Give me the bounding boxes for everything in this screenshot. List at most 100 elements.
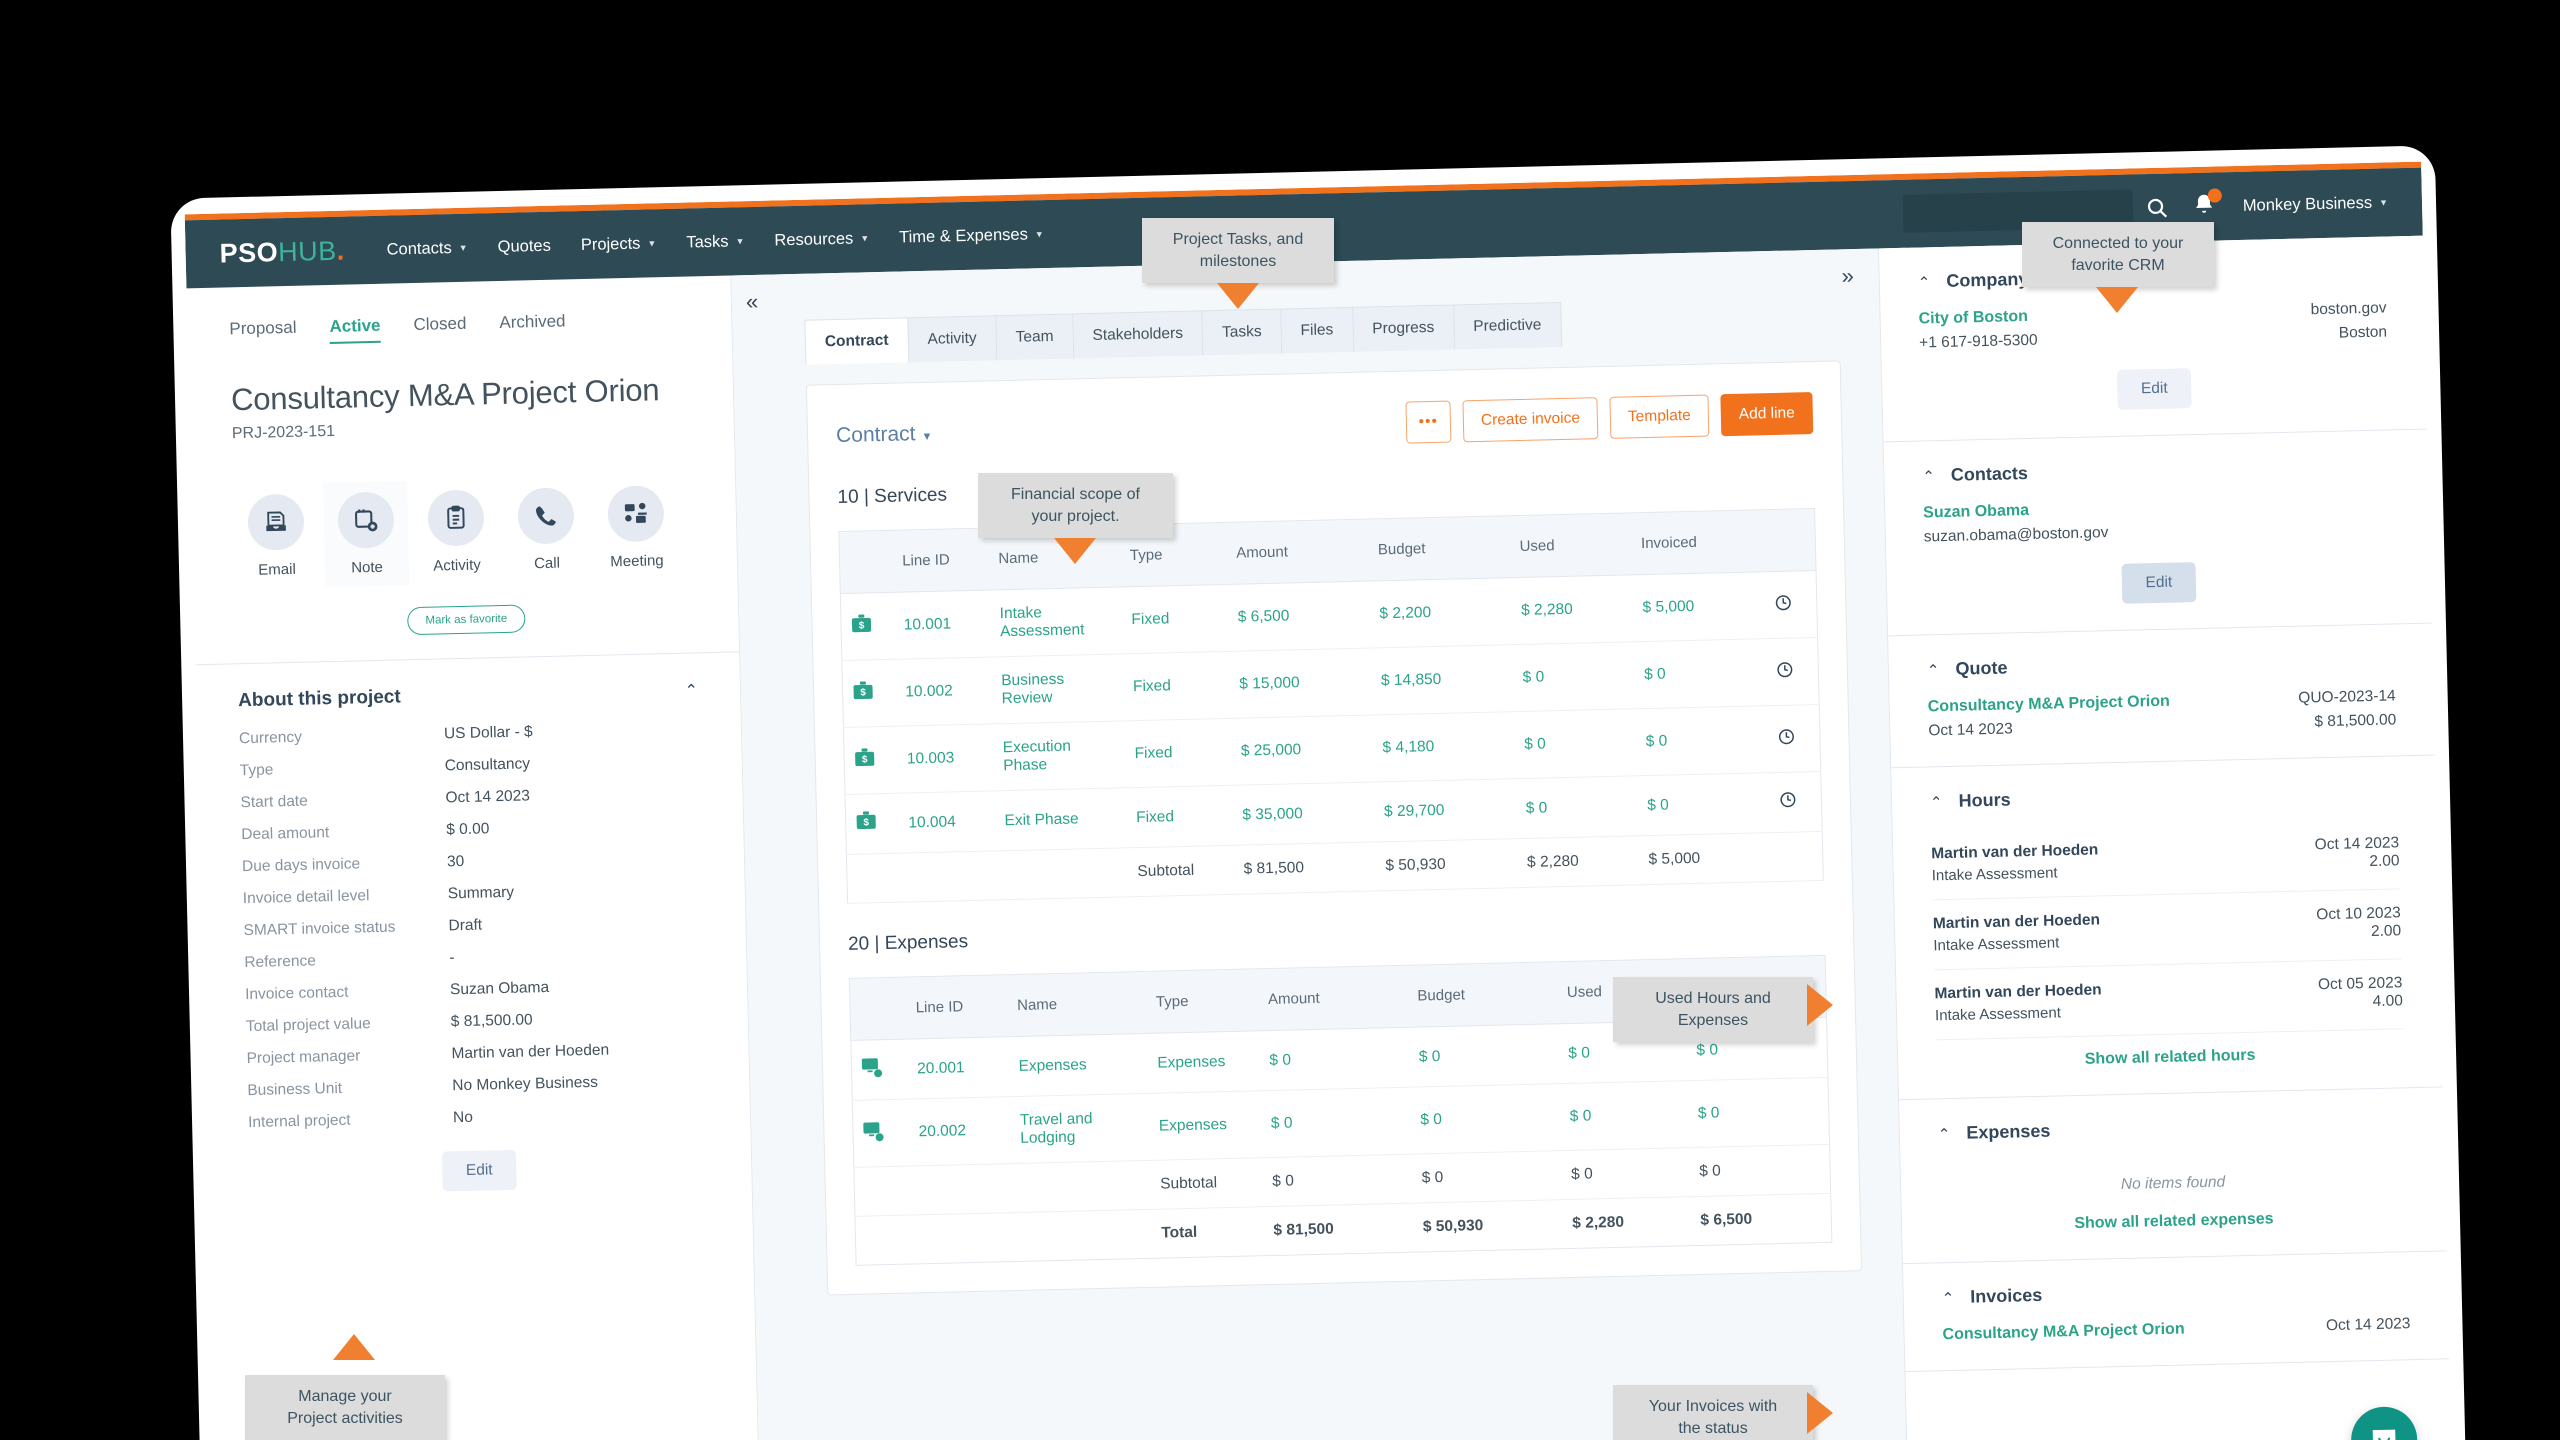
- chevron-up-icon[interactable]: ⌃: [1930, 793, 1943, 811]
- chevron-up-icon[interactable]: ⌃: [1941, 1288, 1954, 1306]
- hours-date: Oct 14 2023: [2314, 834, 2399, 854]
- chevron-up-icon[interactable]: ⌃: [1938, 1125, 1951, 1143]
- cell-name[interactable]: Exit Phase: [996, 788, 1129, 851]
- nav-item-time-expenses[interactable]: Time & Expenses ▼: [899, 225, 1044, 247]
- chevron-up-icon[interactable]: ⌃: [1922, 467, 1935, 485]
- field-value: US Dollar - $: [444, 723, 533, 743]
- clock-icon[interactable]: [1770, 771, 1822, 832]
- services-table: Line ID Name Type Amount Budget Used Inv…: [838, 508, 1824, 904]
- tab-files[interactable]: Files: [1280, 307, 1353, 354]
- cell-name[interactable]: Intake Assessment: [991, 587, 1124, 657]
- browser-frame: PSOHUB. Contacts ▼ Quotes Projects ▼ Tas…: [170, 145, 2467, 1440]
- mark-as-favorite-button[interactable]: Mark as favorite: [407, 604, 525, 635]
- chevron-down-icon: ▼: [860, 233, 869, 243]
- tab-team[interactable]: Team: [995, 313, 1073, 360]
- page-title: Consultancy M&A Project Orion: [231, 371, 692, 418]
- spacer-cell: [911, 1164, 1014, 1215]
- tab-activity[interactable]: Activity: [907, 315, 996, 362]
- psohub-logo[interactable]: PSOHUB.: [219, 235, 345, 269]
- cell-type: Fixed: [1123, 584, 1231, 653]
- clock-icon[interactable]: [1767, 637, 1819, 705]
- hours-task: Intake Assessment: [1935, 1004, 2061, 1024]
- cell-line-id[interactable]: 20.001: [908, 1037, 1011, 1099]
- cell-line-id[interactable]: 10.002: [897, 657, 995, 726]
- hours-task: Intake Assessment: [1932, 864, 2058, 884]
- svg-text:$: $: [863, 817, 869, 828]
- contact-name-link[interactable]: Suzan Obama: [1923, 502, 2029, 521]
- callout-project-tasks: Project Tasks, and milestones: [1142, 218, 1334, 283]
- company-name-link[interactable]: City of Boston: [1918, 308, 2028, 329]
- tab-contract[interactable]: Contract: [804, 317, 908, 364]
- project-code: PRJ-2023-151: [232, 414, 692, 443]
- cell-name[interactable]: Execution Phase: [994, 721, 1127, 791]
- cell-line-id[interactable]: 10.004: [900, 791, 998, 853]
- cell-budget: $ 29,700: [1375, 779, 1518, 842]
- edit-company-button[interactable]: Edit: [2117, 368, 2193, 410]
- tab-stakeholders[interactable]: Stakeholders: [1072, 310, 1203, 358]
- spacer-cell: [901, 851, 998, 902]
- notifications-bell[interactable]: [2190, 192, 2217, 222]
- nav-item-projects[interactable]: Projects ▼: [581, 234, 657, 255]
- nav-item-resources[interactable]: Resources ▼: [774, 229, 869, 250]
- tab-progress[interactable]: Progress: [1352, 304, 1454, 351]
- cell-invoiced: $ 0: [1635, 639, 1768, 709]
- expenses-heading: 20 | Expenses: [848, 911, 1825, 956]
- field-label: Due days invoice: [242, 853, 447, 876]
- action-note[interactable]: Note: [323, 481, 409, 587]
- contract-selector[interactable]: Contract▼: [836, 422, 933, 448]
- callout-manage-activities: Manage your Project activities: [245, 1375, 445, 1440]
- clock-icon[interactable]: [1765, 571, 1817, 639]
- tab-closed[interactable]: Closed: [413, 314, 467, 342]
- invoice-row[interactable]: Consultancy M&A Project Orion Oct 14 202…: [1942, 1315, 2410, 1344]
- nav-item-tasks[interactable]: Tasks ▼: [686, 232, 745, 252]
- search-icon[interactable]: [2145, 196, 2170, 221]
- edit-project-button[interactable]: Edit: [441, 1150, 517, 1192]
- invoice-name-link[interactable]: Consultancy M&A Project Orion: [1942, 1321, 2184, 1345]
- chat-bubble-icon[interactable]: [2350, 1406, 2418, 1440]
- hours-task: Intake Assessment: [1933, 934, 2059, 954]
- list-item[interactable]: Martin van der Hoeden Oct 14 2023 Intake…: [1931, 819, 2401, 900]
- add-line-button[interactable]: Add line: [1720, 392, 1813, 436]
- account-menu[interactable]: Monkey Business ▼: [2243, 193, 2389, 215]
- tab-tasks[interactable]: Tasks: [1201, 309, 1281, 356]
- cell-name[interactable]: Business Review: [993, 654, 1126, 724]
- app-body: Proposal Active Closed Archived Consulta…: [186, 236, 2453, 1440]
- chevron-up-icon[interactable]: ⌃: [1927, 661, 1940, 679]
- cell-used: $ 0: [1514, 642, 1637, 712]
- edit-contact-button[interactable]: Edit: [2121, 562, 2197, 604]
- collapse-right-panel-icon[interactable]: »: [1841, 263, 1854, 289]
- list-item[interactable]: Martin van der Hoeden Oct 05 2023 Intake…: [1934, 959, 2404, 1040]
- nav-item-contacts[interactable]: Contacts ▼: [386, 238, 467, 259]
- subtotal-label: Subtotal: [1129, 845, 1236, 896]
- cell-name[interactable]: Travel and Lodging: [1011, 1093, 1151, 1163]
- action-activity[interactable]: Activity: [413, 479, 499, 585]
- quote-name-link[interactable]: Consultancy M&A Project Orion: [1928, 693, 2170, 717]
- nav-item-quotes[interactable]: Quotes: [497, 236, 551, 256]
- template-button[interactable]: Template: [1609, 395, 1709, 439]
- field-value: Draft: [448, 917, 482, 936]
- briefcase-dollar-icon: $: [843, 726, 899, 794]
- collapse-left-panel-icon[interactable]: «: [746, 289, 759, 315]
- cell-line-id[interactable]: 10.001: [895, 590, 993, 659]
- tab-active[interactable]: Active: [329, 316, 381, 344]
- contacts-edit-wrapper: Edit: [1925, 557, 2394, 608]
- cell-name[interactable]: Expenses: [1010, 1033, 1150, 1096]
- cell-budget: $ 4,180: [1374, 712, 1517, 782]
- clock-icon[interactable]: [1769, 704, 1821, 772]
- list-item[interactable]: Martin van der Hoeden Oct 10 2023 Intake…: [1932, 889, 2402, 970]
- cell-line-id[interactable]: 20.002: [910, 1097, 1013, 1166]
- chevron-up-icon[interactable]: ⌃: [684, 680, 698, 700]
- create-invoice-button[interactable]: Create invoice: [1462, 397, 1598, 442]
- tab-proposal[interactable]: Proposal: [229, 318, 297, 347]
- chevron-up-icon[interactable]: ⌃: [1918, 273, 1931, 291]
- action-call[interactable]: Call: [503, 477, 589, 583]
- spacer-cell: [913, 1213, 1016, 1264]
- action-email[interactable]: Email: [233, 483, 319, 589]
- col-amount: Amount: [1259, 965, 1410, 1031]
- action-meeting[interactable]: Meeting: [593, 475, 679, 581]
- cell-line-id[interactable]: 10.003: [898, 724, 996, 793]
- more-options-button[interactable]: •••: [1405, 401, 1451, 444]
- tab-predictive[interactable]: Predictive: [1453, 302, 1562, 350]
- main-content: « Contract Activity Team Stakeholders Ta…: [731, 248, 1909, 1440]
- tab-archived[interactable]: Archived: [499, 311, 566, 340]
